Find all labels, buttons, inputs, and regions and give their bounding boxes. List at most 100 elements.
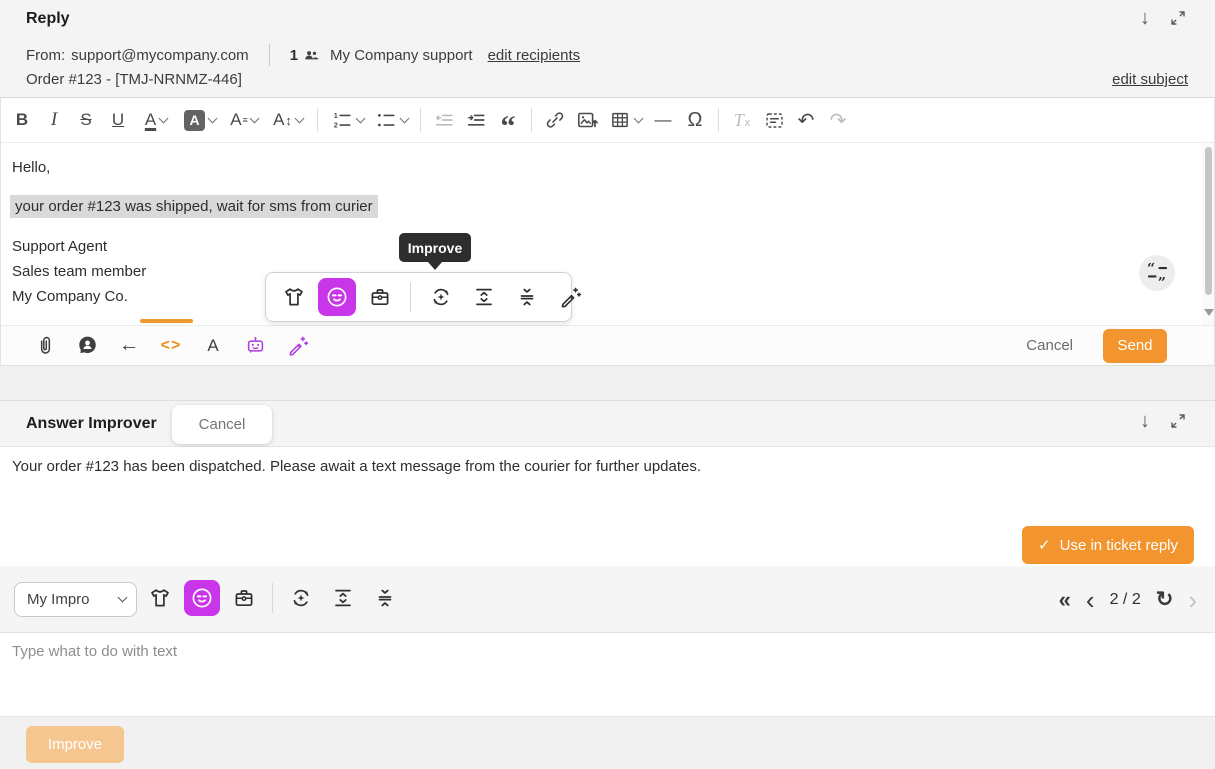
italic-button[interactable]: I xyxy=(38,103,70,137)
expand-text-button[interactable] xyxy=(325,580,361,616)
expand-panel-icon[interactable] xyxy=(1168,411,1188,431)
undo-button[interactable]: ↶ xyxy=(790,103,822,137)
bg-color-button[interactable]: A xyxy=(178,103,222,137)
version-counter: 2 / 2 xyxy=(1110,591,1141,609)
tone-professional-button[interactable] xyxy=(361,278,399,316)
tone-casual-button[interactable] xyxy=(275,278,313,316)
prev-version-button[interactable]: ‹ xyxy=(1086,587,1095,613)
letter-a-icon: A xyxy=(207,336,218,356)
header-divider xyxy=(269,44,270,66)
font-family-button[interactable]: A≡ xyxy=(222,103,266,137)
version-pager: « ‹ 2 / 2 ↻ › xyxy=(1059,566,1197,633)
special-characters-button[interactable]: Ω xyxy=(679,103,711,137)
indent-button[interactable] xyxy=(460,103,492,137)
ai-assistant-button[interactable] xyxy=(238,330,272,362)
check-icon: ✓ xyxy=(1038,536,1051,554)
font-size-button[interactable]: A↕ xyxy=(266,103,310,137)
collapse-panel-icon[interactable]: ↓ xyxy=(1140,8,1150,28)
source-code-toggle[interactable]: <> xyxy=(154,330,188,362)
tone-professional-button[interactable] xyxy=(226,580,262,616)
signature-line: Support Agent xyxy=(12,234,146,259)
scrollbar-thumb[interactable] xyxy=(1205,147,1212,295)
shorten-text-button[interactable] xyxy=(508,278,546,316)
table-button[interactable] xyxy=(603,103,647,137)
preset-dropdown[interactable]: My Impro xyxy=(14,582,137,617)
edit-subject-link[interactable]: edit subject xyxy=(1112,71,1188,88)
tone-casual-button[interactable] xyxy=(142,580,178,616)
send-button[interactable]: Send xyxy=(1103,329,1167,363)
recipients-name: My Company support xyxy=(330,47,473,64)
chevron-down-icon xyxy=(399,114,409,124)
subject-text: Order #123 - [TMJ-NRNMZ-446] xyxy=(26,71,242,88)
shorten-text-button[interactable] xyxy=(367,580,403,616)
plain-text-toggle[interactable]: A xyxy=(196,330,230,362)
improve-mode-button[interactable] xyxy=(283,580,319,616)
toolbar-divider xyxy=(718,108,719,132)
chevron-down-icon xyxy=(294,114,304,124)
insert-original-button[interactable]: ← xyxy=(112,330,146,362)
bullet-list-button[interactable] xyxy=(369,103,413,137)
improve-submit-button[interactable]: Improve xyxy=(26,726,124,763)
canned-responses-button[interactable] xyxy=(70,330,104,362)
select-all-button[interactable] xyxy=(758,103,790,137)
strikethrough-button[interactable]: S xyxy=(70,103,102,137)
collapse-panel-icon[interactable]: ↓ xyxy=(1140,411,1150,431)
outdent-button[interactable] xyxy=(428,103,460,137)
improver-footer: Improve xyxy=(0,716,1215,769)
redo-button[interactable]: ↷ xyxy=(822,103,854,137)
quote-original-button[interactable] xyxy=(1139,255,1175,291)
toolbar-divider xyxy=(531,108,532,132)
link-button[interactable] xyxy=(539,103,571,137)
answer-improver-header: Answer Improver Cancel ↓ xyxy=(0,400,1215,447)
underline-button[interactable]: U xyxy=(102,103,134,137)
chevron-down-icon xyxy=(633,114,643,124)
attach-file-button[interactable] xyxy=(28,330,62,362)
image-upload-button[interactable] xyxy=(571,103,603,137)
next-version-button[interactable]: › xyxy=(1188,587,1197,613)
first-version-button[interactable]: « xyxy=(1059,589,1071,611)
reply-header: Reply From: support@mycompany.com 1 My C… xyxy=(0,0,1215,97)
arrow-left-icon: ← xyxy=(119,334,139,357)
improve-button[interactable] xyxy=(422,278,460,316)
toolbar-divider xyxy=(420,108,421,132)
chevron-down-icon xyxy=(208,114,218,124)
signature-line: My Company Co. xyxy=(12,284,146,309)
clear-formatting-button[interactable]: Tx xyxy=(726,103,758,137)
editor-body[interactable]: Hello, your order #123 was shipped, wait… xyxy=(0,143,1215,325)
from-row: From: support@mycompany.com 1 My Company… xyxy=(26,44,580,66)
chevron-down-icon xyxy=(159,114,169,124)
recipients-count: 1 xyxy=(290,47,298,64)
recipients-icon xyxy=(303,47,320,64)
expand-panel-icon[interactable] xyxy=(1168,8,1188,28)
scrollbar-down-arrow[interactable] xyxy=(1204,309,1214,321)
font-color-button[interactable]: A xyxy=(134,103,178,137)
editor-scrollbar[interactable] xyxy=(1202,143,1215,325)
tone-friendly-button[interactable] xyxy=(318,278,356,316)
cancel-button[interactable]: Cancel xyxy=(1026,337,1073,354)
editor-highlighted-text: your order #123 was shipped, wait for sm… xyxy=(10,195,378,218)
reply-title: Reply xyxy=(26,10,70,28)
expand-text-button[interactable] xyxy=(465,278,503,316)
toolbar-divider xyxy=(317,108,318,132)
improver-result-area: Your order #123 has been dispatched. Ple… xyxy=(0,447,1215,566)
blockquote-button[interactable]: “ xyxy=(492,103,524,137)
editor-toolbar: B I S U A A A≡ A↕ “ — Ω Tx ↶ ↷ xyxy=(0,97,1215,143)
chevron-down-icon xyxy=(355,114,365,124)
app-root: Reply From: support@mycompany.com 1 My C… xyxy=(0,0,1215,769)
prompt-input[interactable] xyxy=(0,633,1215,716)
tone-friendly-button[interactable] xyxy=(184,580,220,616)
bold-button[interactable]: B xyxy=(6,103,38,137)
signature-line: Sales team member xyxy=(12,259,146,284)
editor-signature: Support Agent Sales team member My Compa… xyxy=(12,234,146,309)
edit-recipients-link[interactable]: edit recipients xyxy=(488,47,581,64)
improver-cancel-button[interactable]: Cancel xyxy=(172,405,272,444)
answer-improver-title: Answer Improver xyxy=(26,415,157,433)
ai-floating-toolbar xyxy=(265,272,572,322)
prompt-area xyxy=(0,633,1215,716)
numbered-list-button[interactable] xyxy=(325,103,369,137)
custom-improve-button[interactable] xyxy=(551,278,589,316)
ai-writer-button[interactable] xyxy=(280,330,314,362)
use-in-reply-button[interactable]: ✓ Use in ticket reply xyxy=(1022,526,1194,564)
regenerate-button[interactable]: ↻ xyxy=(1156,587,1174,612)
horizontal-line-button[interactable]: — xyxy=(647,103,679,137)
